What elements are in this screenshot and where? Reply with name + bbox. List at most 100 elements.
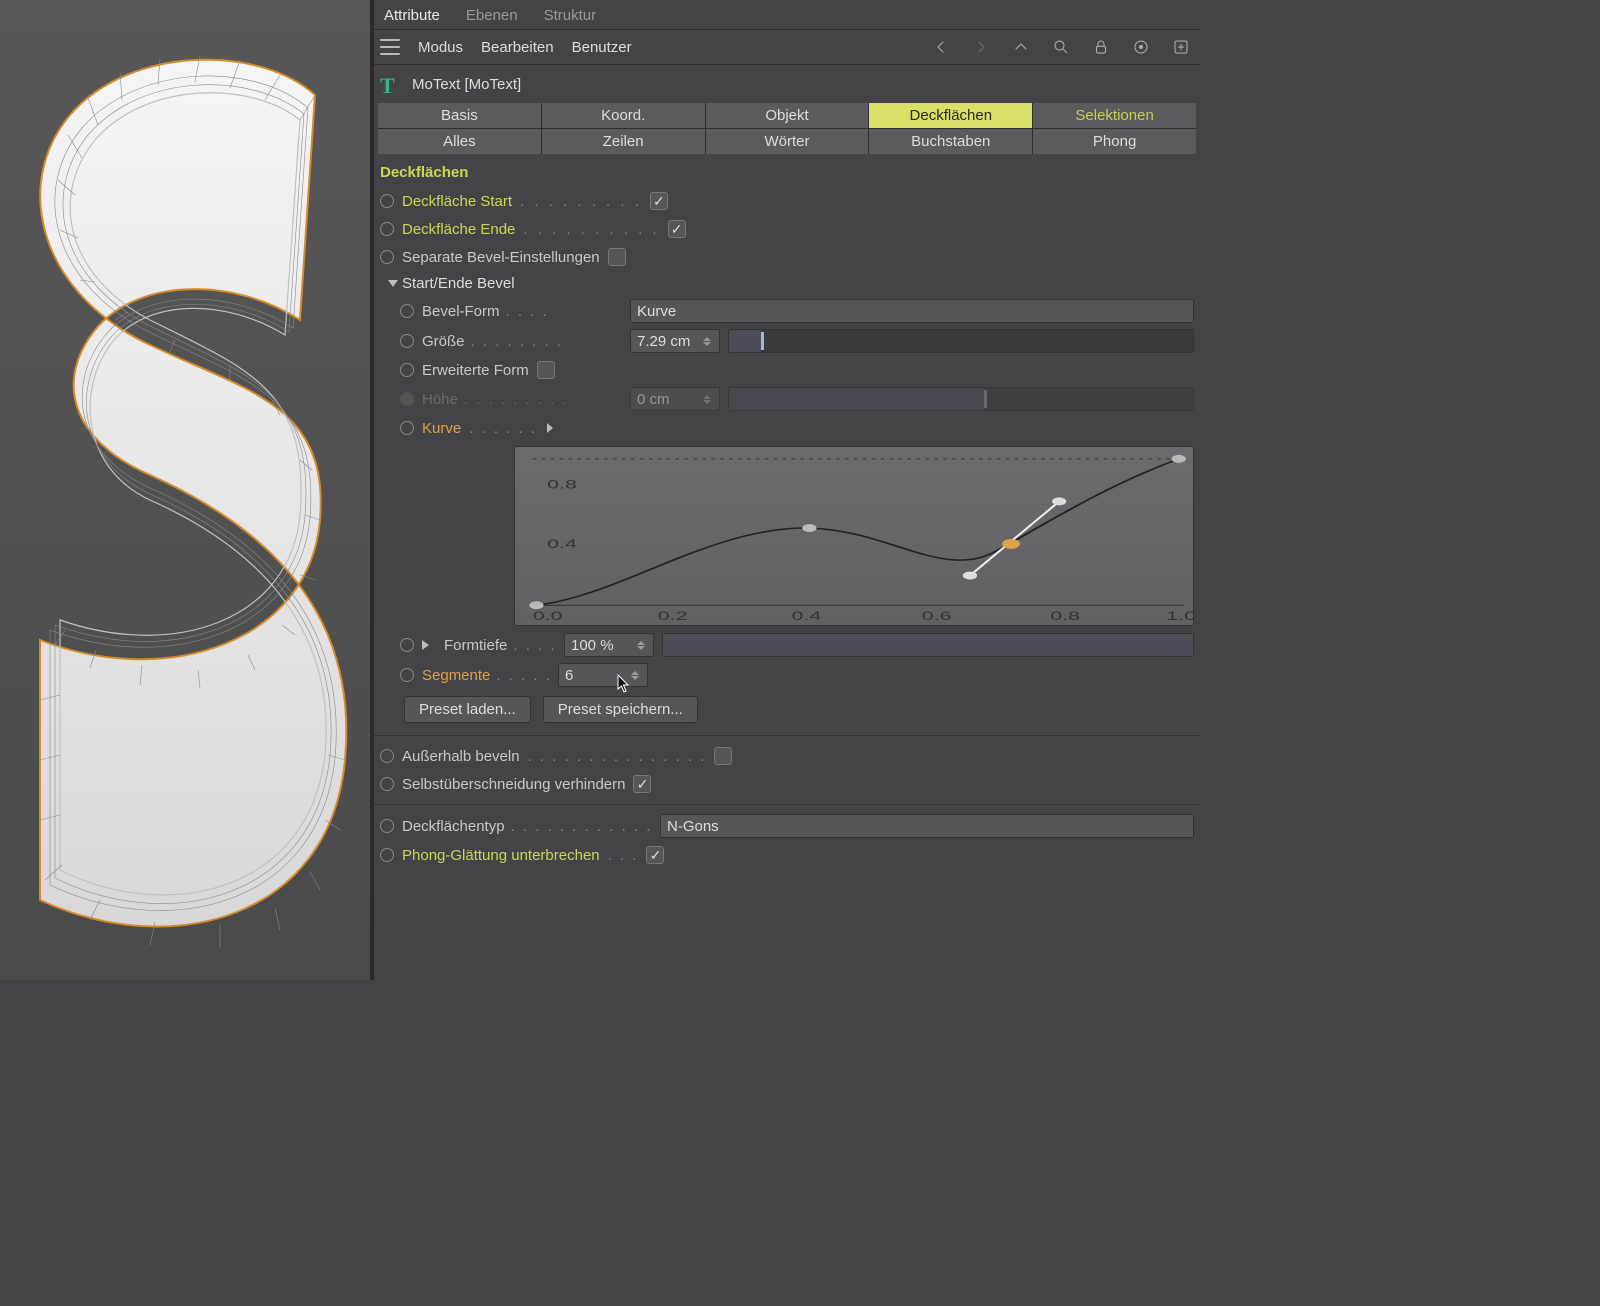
anim-toggle[interactable] xyxy=(380,819,394,833)
label-avoid-self: Selbstüberschneidung verhindern xyxy=(402,776,625,793)
tab-selektionen[interactable]: Selektionen xyxy=(1033,103,1196,128)
tab-alles[interactable]: Alles xyxy=(378,129,541,154)
spinner-icon[interactable] xyxy=(703,332,713,350)
label-formtiefe: Formtiefe xyxy=(444,637,507,654)
lock-icon[interactable] xyxy=(1090,36,1112,58)
new-window-icon[interactable] xyxy=(1170,36,1192,58)
group-start-end-bevel[interactable]: Start/Ende Bevel xyxy=(374,271,1200,296)
row-cap-type: Deckflächentyp . . . . . . . . . . . . .… xyxy=(374,811,1200,841)
dropdown-value: Kurve xyxy=(637,303,676,320)
property-tab-grid: Basis Koord. Objekt Deckflächen Selektio… xyxy=(378,103,1196,154)
anim-toggle[interactable] xyxy=(380,222,394,236)
3d-viewport[interactable] xyxy=(0,0,370,980)
menu-benutzer[interactable]: Benutzer xyxy=(572,39,632,56)
target-icon[interactable] xyxy=(1130,36,1152,58)
axis-tick: 1.0 xyxy=(1166,609,1193,623)
tab-koord[interactable]: Koord. xyxy=(542,103,705,128)
anim-toggle[interactable] xyxy=(400,668,414,682)
anim-toggle[interactable] xyxy=(400,304,414,318)
search-icon[interactable] xyxy=(1050,36,1072,58)
axis-tick: 0.2 xyxy=(658,609,688,623)
anim-toggle[interactable] xyxy=(380,250,394,264)
axis-tick: 0.8 xyxy=(547,478,577,492)
tab-deckflaechen[interactable]: Deckflächen xyxy=(869,103,1032,128)
checkbox-end-cap[interactable] xyxy=(668,220,686,238)
checkbox-bevel-outside[interactable] xyxy=(714,747,732,765)
checkbox-phong-break[interactable] xyxy=(646,846,664,864)
spinner-icon[interactable] xyxy=(637,636,647,654)
input-height: 0 cm xyxy=(630,387,720,411)
row-segmente: Segmente . . . . . 6 xyxy=(374,660,1200,690)
anim-toggle[interactable] xyxy=(400,421,414,435)
preset-button-row: Preset laden... Preset speichern... xyxy=(374,690,1200,729)
axis-tick: 0.4 xyxy=(547,537,577,551)
checkbox-avoid-self[interactable] xyxy=(633,775,651,793)
checkbox-ext-form[interactable] xyxy=(537,361,555,379)
preset-save-button[interactable]: Preset speichern... xyxy=(543,696,698,723)
row-avoid-self-intersection: Selbstüberschneidung verhindern xyxy=(374,770,1200,798)
section-title: Deckflächen xyxy=(374,154,1200,187)
slider-formtiefe[interactable] xyxy=(662,633,1194,657)
tab-zeilen[interactable]: Zeilen xyxy=(542,129,705,154)
input-segmente[interactable]: 6 xyxy=(558,663,648,687)
anim-toggle[interactable] xyxy=(400,334,414,348)
separator xyxy=(374,735,1200,736)
axis-tick: 0.8 xyxy=(1050,609,1080,623)
tab-woerter[interactable]: Wörter xyxy=(706,129,869,154)
preset-load-button[interactable]: Preset laden... xyxy=(404,696,531,723)
tab-ebenen[interactable]: Ebenen xyxy=(462,4,522,27)
axis-tick: 0.0 xyxy=(533,609,563,623)
object-name: MoText [MoText] xyxy=(412,76,521,93)
menu-icon[interactable] xyxy=(380,39,400,55)
chevron-right-icon[interactable] xyxy=(547,423,553,433)
row-start-cap: Deckfläche Start . . . . . . . . . xyxy=(374,187,1200,215)
tab-attribute[interactable]: Attribute xyxy=(380,4,444,27)
anim-toggle[interactable] xyxy=(380,848,394,862)
slider-size[interactable] xyxy=(728,329,1194,353)
nav-up-icon[interactable] xyxy=(1010,36,1032,58)
label-size: Größe xyxy=(422,333,465,350)
anim-toggle[interactable] xyxy=(400,363,414,377)
input-size[interactable]: 7.29 cm xyxy=(630,329,720,353)
spinner-icon xyxy=(703,390,713,408)
label-curve: Kurve xyxy=(422,420,461,437)
input-value: 6 xyxy=(565,667,573,684)
nav-back-icon[interactable] xyxy=(930,36,952,58)
chevron-right-icon[interactable] xyxy=(422,640,434,650)
row-curve: Kurve . . . . . . xyxy=(374,414,1200,442)
checkbox-start-cap[interactable] xyxy=(650,192,668,210)
row-height: Höhe . . . . . . . . . 0 cm xyxy=(374,384,1200,414)
row-bevel-form: Bevel-Form . . . . Kurve xyxy=(374,296,1200,326)
motext-icon: T xyxy=(380,73,402,95)
anim-toggle[interactable] xyxy=(380,777,394,791)
menu-bearbeiten[interactable]: Bearbeiten xyxy=(481,39,554,56)
dropdown-bevel-form[interactable]: Kurve xyxy=(630,299,1194,323)
attribute-toolbar: Modus Bearbeiten Benutzer xyxy=(374,30,1200,65)
tab-struktur[interactable]: Struktur xyxy=(540,4,601,27)
disclosure-icon xyxy=(388,280,398,287)
label-phong-break: Phong-Glättung unterbrechen xyxy=(402,847,600,864)
tab-basis[interactable]: Basis xyxy=(378,103,541,128)
anim-toggle[interactable] xyxy=(400,638,414,652)
row-formtiefe: Formtiefe . . . . 100 % xyxy=(374,630,1200,660)
label-start-cap: Deckfläche Start xyxy=(402,193,512,210)
tab-objekt[interactable]: Objekt xyxy=(706,103,869,128)
row-separate-bevel: Separate Bevel-Einstellungen xyxy=(374,243,1200,271)
tab-phong[interactable]: Phong xyxy=(1033,129,1196,154)
tab-buchstaben[interactable]: Buchstaben xyxy=(869,129,1032,154)
input-formtiefe[interactable]: 100 % xyxy=(564,633,654,657)
row-size: Größe . . . . . . . . 7.29 cm xyxy=(374,326,1200,356)
dropdown-value: N-Gons xyxy=(667,818,719,835)
separator xyxy=(374,804,1200,805)
dropdown-cap-type[interactable]: N-Gons xyxy=(660,814,1194,838)
nav-forward-icon xyxy=(970,36,992,58)
anim-toggle[interactable] xyxy=(380,194,394,208)
row-phong-break: Phong-Glättung unterbrechen . . . xyxy=(374,841,1200,869)
anim-toggle[interactable] xyxy=(380,749,394,763)
label-cap-type: Deckflächentyp xyxy=(402,818,505,835)
curve-editor[interactable]: 0.8 0.4 0.0 0.2 0.4 0.6 0.8 1.0 xyxy=(514,446,1194,626)
checkbox-separate[interactable] xyxy=(608,248,626,266)
menu-modus[interactable]: Modus xyxy=(418,39,463,56)
selected-curve-point[interactable] xyxy=(1002,539,1020,549)
spinner-icon[interactable] xyxy=(631,666,641,684)
